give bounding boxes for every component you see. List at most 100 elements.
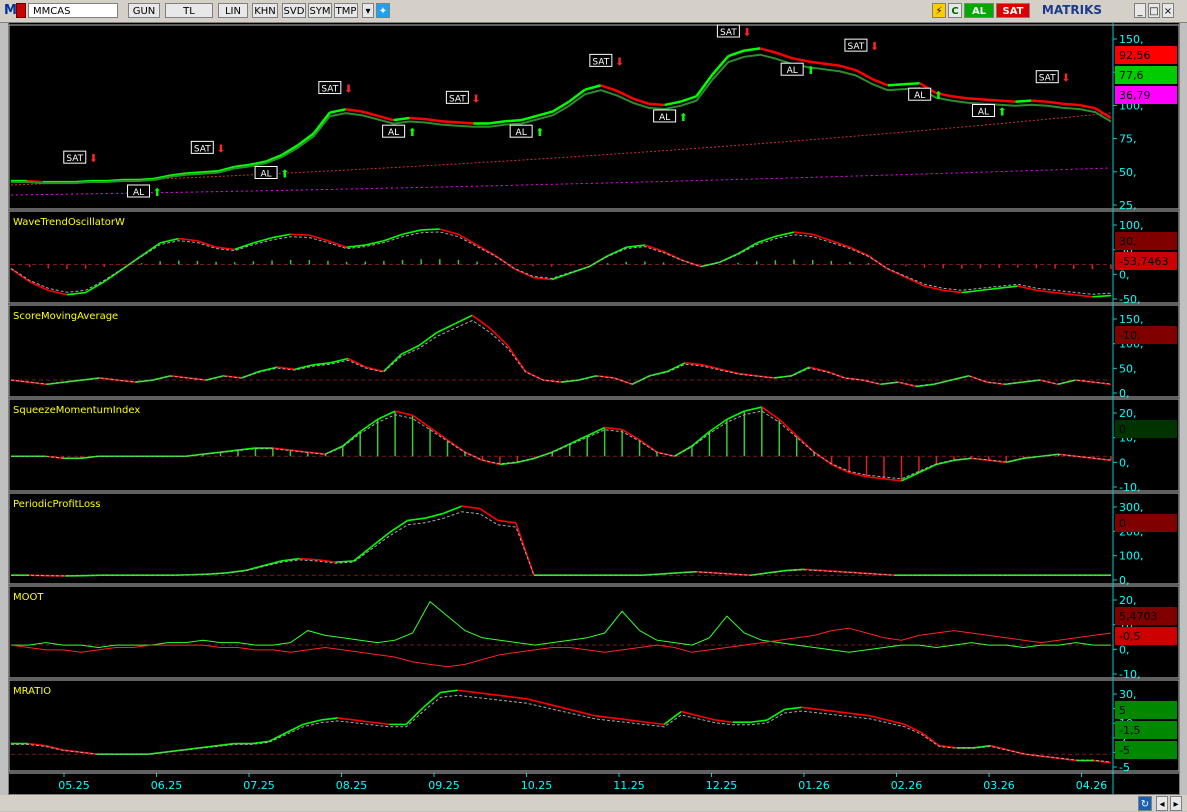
- y-tick-label: 100,: [1119, 219, 1144, 232]
- indicator-line: [406, 707, 423, 724]
- value-box-label: 5,4703: [1119, 610, 1158, 623]
- price-line: [1015, 101, 1031, 102]
- indicator-line: [595, 716, 612, 718]
- indicator-line: [67, 293, 86, 295]
- panel-frame: [9, 305, 1179, 397]
- indicator-line: [372, 532, 390, 546]
- indicator-line: [142, 243, 161, 256]
- indicator-line: [508, 346, 526, 372]
- y-tick-label: 0,: [1119, 456, 1130, 469]
- chart-svg: 05.2506.2507.2508.2509.2510.2511.2512.25…: [9, 23, 1179, 794]
- toolbar-button-tl[interactable]: TL: [165, 3, 213, 18]
- signal-line: [11, 232, 1111, 294]
- lightning-icon[interactable]: ⚡: [932, 3, 946, 18]
- close-small-icon[interactable]: [16, 3, 26, 18]
- scroll-left-icon[interactable]: ◂: [1156, 796, 1168, 811]
- toolbar-button-sym[interactable]: SYM: [308, 3, 332, 18]
- indicator-line: [692, 432, 709, 446]
- signal-label: AL: [914, 91, 925, 101]
- indicator-line: [401, 346, 419, 355]
- x-tick-label: 05.25: [58, 779, 90, 792]
- price-line: [728, 51, 744, 56]
- price-line: [441, 121, 457, 122]
- signal-label: SAT: [449, 94, 466, 104]
- y-tick-label: 100,: [1119, 550, 1144, 563]
- panel-frame: [9, 211, 1179, 303]
- indicator-line: [999, 286, 1018, 288]
- indicator-line: [269, 733, 286, 742]
- chart-area[interactable]: 05.2506.2507.2508.2509.2510.2511.2512.25…: [8, 22, 1180, 795]
- refresh-icon[interactable]: ↻: [1138, 796, 1152, 811]
- indicator-line: [360, 419, 377, 431]
- sat-button[interactable]: SAT: [996, 3, 1030, 18]
- signal-label: SAT: [1039, 74, 1056, 84]
- signal-arrow-icon: ⬆: [280, 168, 289, 181]
- toolbar-button-gun[interactable]: GUN: [128, 3, 160, 18]
- indicator-line: [458, 690, 475, 692]
- indicator-line: [943, 290, 962, 292]
- indicator-line: [853, 714, 870, 716]
- indicator-line: [343, 432, 360, 446]
- indicator-line: [650, 371, 668, 375]
- toolbar-button-svd[interactable]: SVD: [282, 3, 306, 18]
- toolbar-button-khn[interactable]: KHN: [252, 3, 278, 18]
- twitter-icon[interactable]: ✦: [376, 3, 390, 18]
- toolbar-button-tmp[interactable]: TMP: [334, 3, 358, 18]
- al-button[interactable]: AL: [964, 3, 994, 18]
- toolbar-button-lin[interactable]: LIN: [218, 3, 248, 18]
- indicator-line: [1092, 296, 1111, 297]
- indicator-line: [372, 722, 389, 724]
- indicator-line: [699, 716, 716, 720]
- symbol-input[interactable]: MMCAS: [28, 3, 118, 18]
- indicator-line: [809, 367, 827, 371]
- signal-arrow-icon: ⬇: [870, 40, 879, 53]
- panel-title-profit-loss: PeriodicProfitLoss: [13, 499, 100, 510]
- c-button[interactable]: C: [948, 3, 962, 18]
- panel-frame: [9, 399, 1179, 491]
- dropdown-icon[interactable]: ▾: [362, 3, 374, 18]
- indicator-line: [640, 440, 657, 452]
- y-tick-label: -50,: [1119, 293, 1140, 306]
- maximize-icon[interactable]: □: [1148, 3, 1160, 18]
- y-tick-label: 50,: [1119, 166, 1137, 179]
- y-tick-label: 150,: [1119, 33, 1144, 46]
- indicator-line: [458, 234, 477, 245]
- y-tick-label: 50,: [1119, 362, 1137, 375]
- signal-line: [11, 695, 1111, 762]
- price-line: [1047, 102, 1063, 104]
- indicator-line: [779, 419, 796, 435]
- price-line: [999, 101, 1015, 102]
- brand-label: MATRIKS: [1036, 3, 1108, 18]
- indicator-line: [430, 428, 447, 440]
- value-box-label: 77,6: [1119, 69, 1144, 82]
- signal-label: AL: [659, 113, 670, 123]
- indicator-line: [901, 473, 918, 481]
- indicator-line: [744, 407, 761, 411]
- value-box-label: 5: [1119, 704, 1126, 717]
- scroll-right-icon[interactable]: ▸: [1170, 796, 1182, 811]
- indicator-line: [794, 232, 813, 234]
- price-line: [489, 121, 505, 123]
- indicator-line: [200, 746, 217, 748]
- price-line: [968, 98, 984, 99]
- x-tick-label: 08.25: [336, 779, 368, 792]
- indicator-line: [455, 315, 473, 324]
- value-box-label: 0: [1119, 423, 1126, 436]
- indicator-line: [561, 707, 578, 711]
- indicator-line: [626, 245, 645, 247]
- indicator-line: [664, 712, 681, 725]
- indicator-line: [235, 243, 254, 249]
- signal-arrow-icon: ⬇: [471, 92, 480, 105]
- indicator-line: [870, 716, 887, 720]
- panel-title-score-ma: ScoreMovingAverage: [13, 311, 118, 322]
- value-box-label: -0,5: [1119, 630, 1140, 643]
- close-icon[interactable]: ×: [1162, 3, 1174, 18]
- indicator-line: [263, 561, 281, 566]
- indicator-line: [355, 720, 372, 722]
- indicator-line: [395, 411, 412, 415]
- panel-title-squeeze: SqueezeMomentumIndex: [13, 405, 140, 416]
- minimize-icon[interactable]: _: [1134, 3, 1146, 18]
- price-line: [776, 53, 792, 58]
- x-tick-label: 03.26: [983, 779, 1015, 792]
- value-box-label: -53,7463: [1119, 255, 1168, 268]
